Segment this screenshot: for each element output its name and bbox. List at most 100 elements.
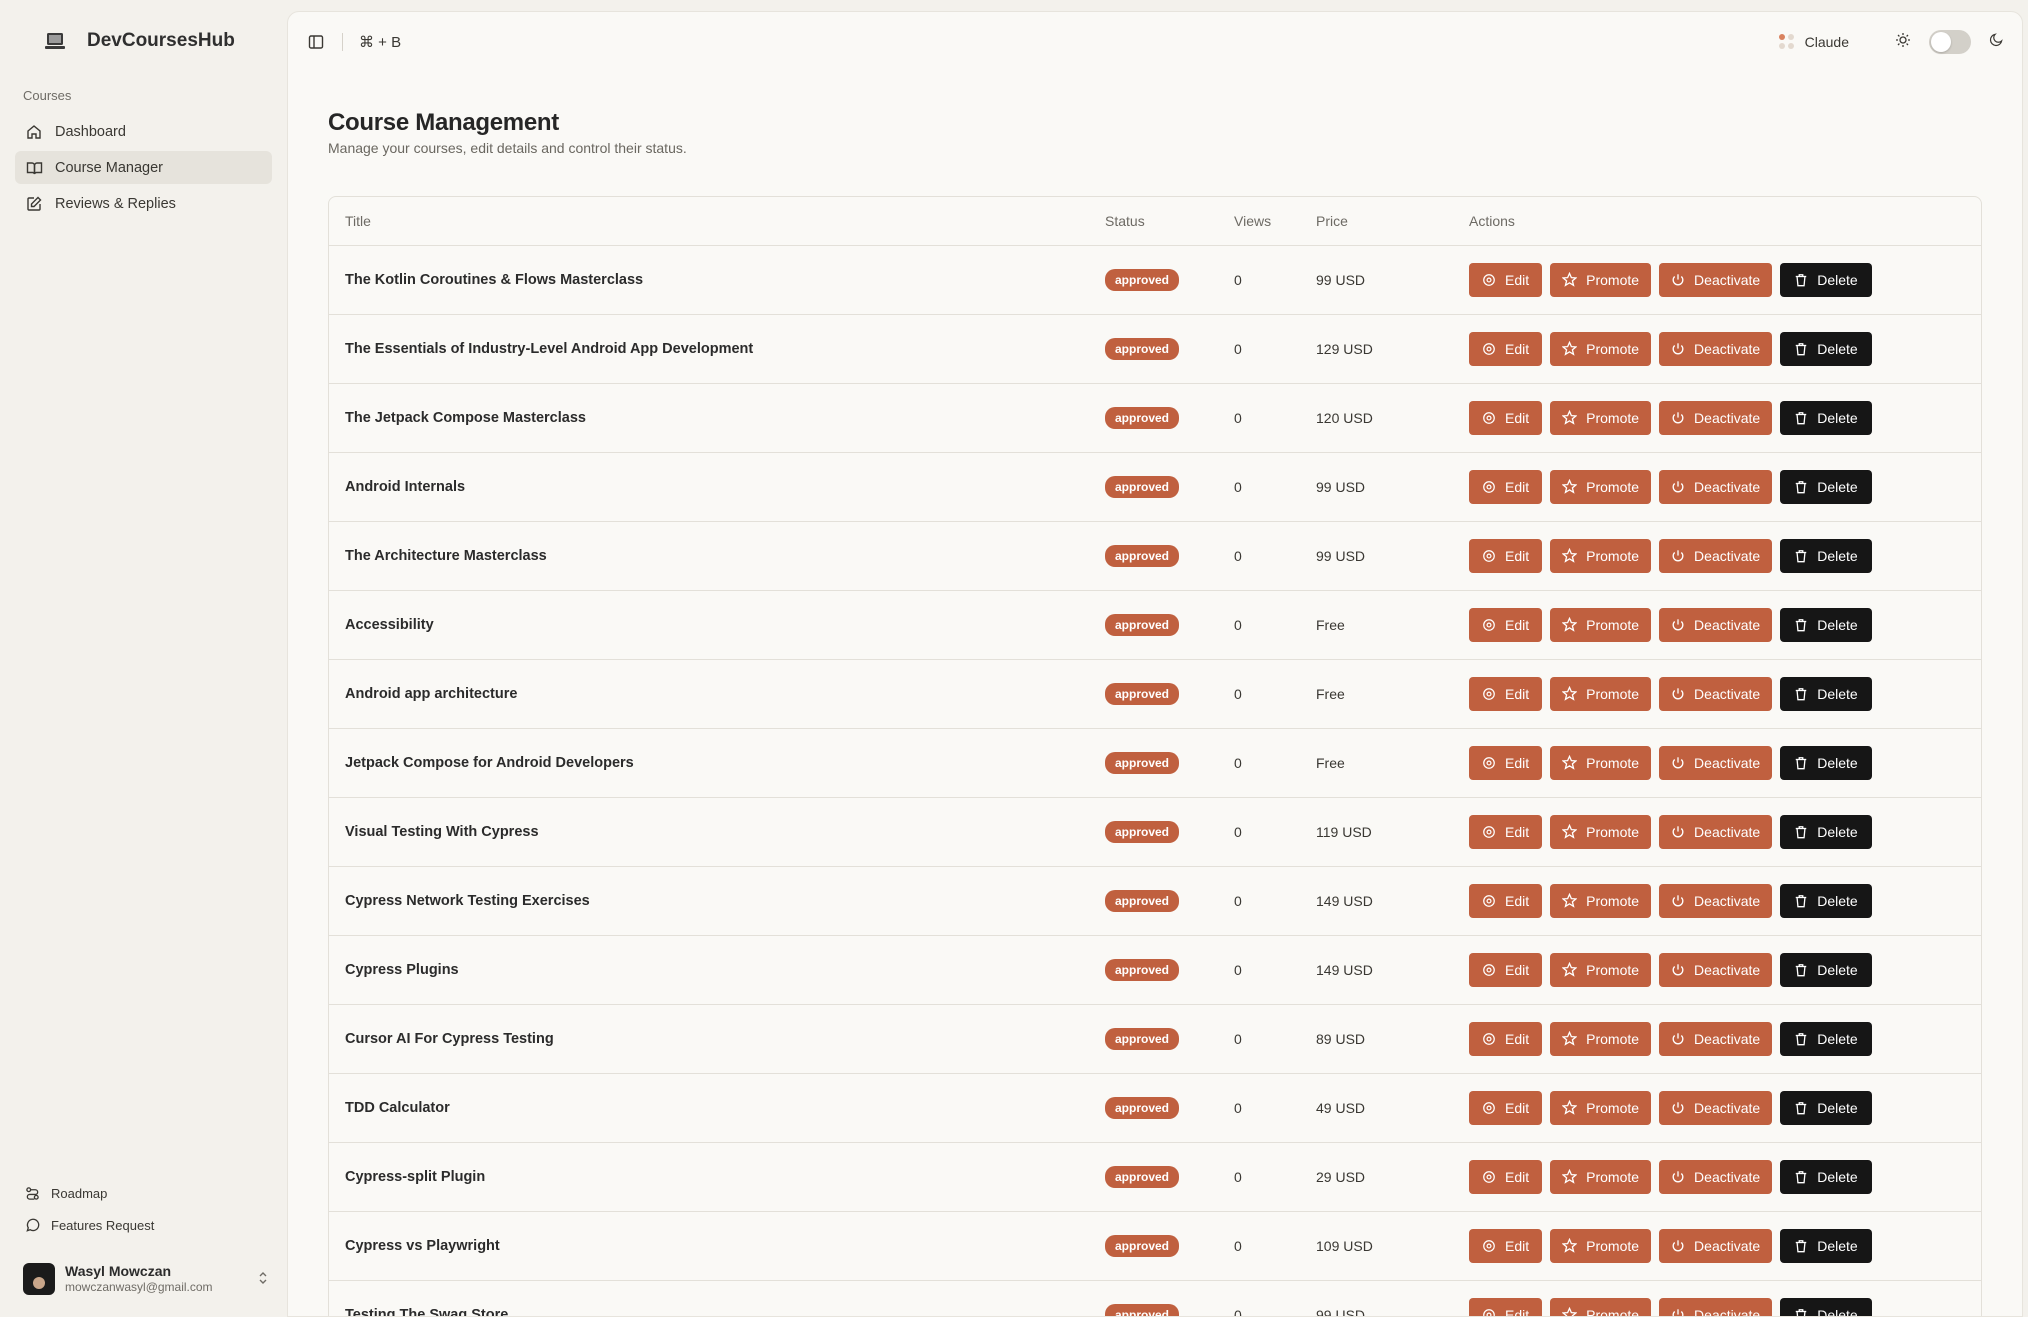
promote-button[interactable]: Promote bbox=[1550, 1159, 1652, 1194]
theme-toggle[interactable] bbox=[1929, 30, 1971, 54]
sidebar-item-course-manager[interactable]: Course Manager bbox=[15, 151, 272, 184]
delete-button[interactable]: Delete bbox=[1780, 400, 1872, 435]
promote-label: Promote bbox=[1586, 823, 1640, 840]
delete-button[interactable]: Delete bbox=[1780, 469, 1872, 504]
star-icon bbox=[1562, 1100, 1578, 1115]
edit-button[interactable]: Edit bbox=[1469, 538, 1543, 573]
edit-button[interactable]: Edit bbox=[1469, 745, 1543, 780]
deactivate-button[interactable]: Deactivate bbox=[1659, 469, 1773, 504]
promote-button[interactable]: Promote bbox=[1550, 1021, 1652, 1056]
edit-button[interactable]: Edit bbox=[1469, 1021, 1543, 1056]
deactivate-button[interactable]: Deactivate bbox=[1659, 883, 1773, 918]
delete-button[interactable]: Delete bbox=[1780, 745, 1872, 780]
sidebar-item-reviews[interactable]: Reviews & Replies bbox=[15, 187, 272, 220]
edit-button[interactable]: Edit bbox=[1469, 469, 1543, 504]
star-icon bbox=[1562, 1169, 1578, 1184]
edit-button[interactable]: Edit bbox=[1469, 814, 1543, 849]
edit-button[interactable]: Edit bbox=[1469, 1297, 1543, 1316]
deactivate-button[interactable]: Deactivate bbox=[1659, 1297, 1773, 1316]
promote-button[interactable]: Promote bbox=[1550, 745, 1652, 780]
edit-label: Edit bbox=[1505, 547, 1530, 564]
promote-button[interactable]: Promote bbox=[1550, 262, 1652, 297]
deactivate-button[interactable]: Deactivate bbox=[1659, 400, 1773, 435]
delete-button[interactable]: Delete bbox=[1780, 814, 1872, 849]
home-icon bbox=[25, 123, 43, 141]
edit-button[interactable]: Edit bbox=[1469, 607, 1543, 642]
promote-button[interactable]: Promote bbox=[1550, 952, 1652, 987]
edit-button[interactable]: Edit bbox=[1469, 1090, 1543, 1125]
edit-button[interactable]: Edit bbox=[1469, 1228, 1543, 1263]
deactivate-button[interactable]: Deactivate bbox=[1659, 745, 1773, 780]
deactivate-button[interactable]: Deactivate bbox=[1659, 814, 1773, 849]
promote-button[interactable]: Promote bbox=[1550, 400, 1652, 435]
sidebar-toggle-icon[interactable] bbox=[306, 32, 326, 52]
status-badge: approved bbox=[1105, 1027, 1180, 1050]
claude-button[interactable]: Claude bbox=[1778, 34, 1849, 50]
delete-button[interactable]: Delete bbox=[1780, 676, 1872, 711]
delete-button[interactable]: Delete bbox=[1780, 1090, 1872, 1125]
promote-button[interactable]: Promote bbox=[1550, 469, 1652, 504]
deactivate-button[interactable]: Deactivate bbox=[1659, 1021, 1773, 1056]
deactivate-button[interactable]: Deactivate bbox=[1659, 952, 1773, 987]
deactivate-button[interactable]: Deactivate bbox=[1659, 1159, 1773, 1194]
edit-button[interactable]: Edit bbox=[1469, 676, 1543, 711]
delete-button[interactable]: Delete bbox=[1780, 883, 1872, 918]
deactivate-button[interactable]: Deactivate bbox=[1659, 538, 1773, 573]
trash-icon bbox=[1795, 825, 1807, 838]
deactivate-button[interactable]: Deactivate bbox=[1659, 607, 1773, 642]
table-row: Cypress Network Testing Exercises approv… bbox=[329, 866, 1981, 936]
edit-label: Edit bbox=[1505, 478, 1530, 495]
promote-button[interactable]: Promote bbox=[1550, 538, 1652, 573]
promote-button[interactable]: Promote bbox=[1550, 1228, 1652, 1263]
promote-label: Promote bbox=[1586, 754, 1640, 771]
delete-button[interactable]: Delete bbox=[1780, 1021, 1872, 1056]
features-request-link[interactable]: Features Request bbox=[15, 1209, 272, 1241]
deactivate-label: Deactivate bbox=[1694, 1168, 1761, 1185]
promote-button[interactable]: Promote bbox=[1550, 607, 1652, 642]
promote-button[interactable]: Promote bbox=[1550, 331, 1652, 366]
roadmap-link[interactable]: Roadmap bbox=[15, 1177, 272, 1209]
status-badge: approved bbox=[1105, 958, 1180, 981]
promote-button[interactable]: Promote bbox=[1550, 814, 1652, 849]
course-price: 149 USD bbox=[1316, 935, 1469, 1005]
deactivate-button[interactable]: Deactivate bbox=[1659, 262, 1773, 297]
promote-button[interactable]: Promote bbox=[1550, 1090, 1652, 1125]
deactivate-label: Deactivate bbox=[1694, 1099, 1761, 1116]
delete-button[interactable]: Delete bbox=[1780, 1297, 1872, 1316]
delete-label: Delete bbox=[1817, 823, 1858, 840]
deactivate-button[interactable]: Deactivate bbox=[1659, 676, 1773, 711]
edit-button[interactable]: Edit bbox=[1469, 331, 1543, 366]
table-row: Android app architecture approved 0 Free… bbox=[329, 659, 1981, 729]
deactivate-button[interactable]: Deactivate bbox=[1659, 1090, 1773, 1125]
course-price: 120 USD bbox=[1316, 383, 1469, 453]
sidebar-item-dashboard[interactable]: Dashboard bbox=[15, 115, 272, 148]
course-title: The Architecture Masterclass bbox=[329, 521, 1105, 591]
course-title: The Essentials of Industry-Level Android… bbox=[329, 314, 1105, 384]
edit-button[interactable]: Edit bbox=[1469, 883, 1543, 918]
edit-button[interactable]: Edit bbox=[1469, 262, 1543, 297]
edit-button[interactable]: Edit bbox=[1469, 952, 1543, 987]
settings-icon bbox=[1483, 894, 1495, 907]
user-menu[interactable]: Wasyl Mowczan mowczanwasyl@gmail.com bbox=[15, 1241, 272, 1317]
power-icon bbox=[1672, 1308, 1684, 1316]
brand[interactable]: DevCoursesHub bbox=[15, 0, 272, 82]
course-views: 0 bbox=[1233, 245, 1316, 315]
edit-button[interactable]: Edit bbox=[1469, 400, 1543, 435]
delete-button[interactable]: Delete bbox=[1780, 331, 1872, 366]
promote-button[interactable]: Promote bbox=[1550, 1297, 1652, 1316]
edit-button[interactable]: Edit bbox=[1469, 1159, 1543, 1194]
delete-button[interactable]: Delete bbox=[1780, 952, 1872, 987]
trash-icon bbox=[1795, 1308, 1807, 1316]
promote-button[interactable]: Promote bbox=[1550, 676, 1652, 711]
deactivate-button[interactable]: Deactivate bbox=[1659, 331, 1773, 366]
delete-button[interactable]: Delete bbox=[1780, 607, 1872, 642]
delete-button[interactable]: Delete bbox=[1780, 1159, 1872, 1194]
trash-icon bbox=[1795, 480, 1807, 493]
promote-button[interactable]: Promote bbox=[1550, 883, 1652, 918]
star-icon bbox=[1562, 1238, 1578, 1253]
delete-button[interactable]: Delete bbox=[1780, 1228, 1872, 1263]
delete-button[interactable]: Delete bbox=[1780, 262, 1872, 297]
promote-label: Promote bbox=[1586, 1030, 1640, 1047]
delete-button[interactable]: Delete bbox=[1780, 538, 1872, 573]
deactivate-button[interactable]: Deactivate bbox=[1659, 1228, 1773, 1263]
